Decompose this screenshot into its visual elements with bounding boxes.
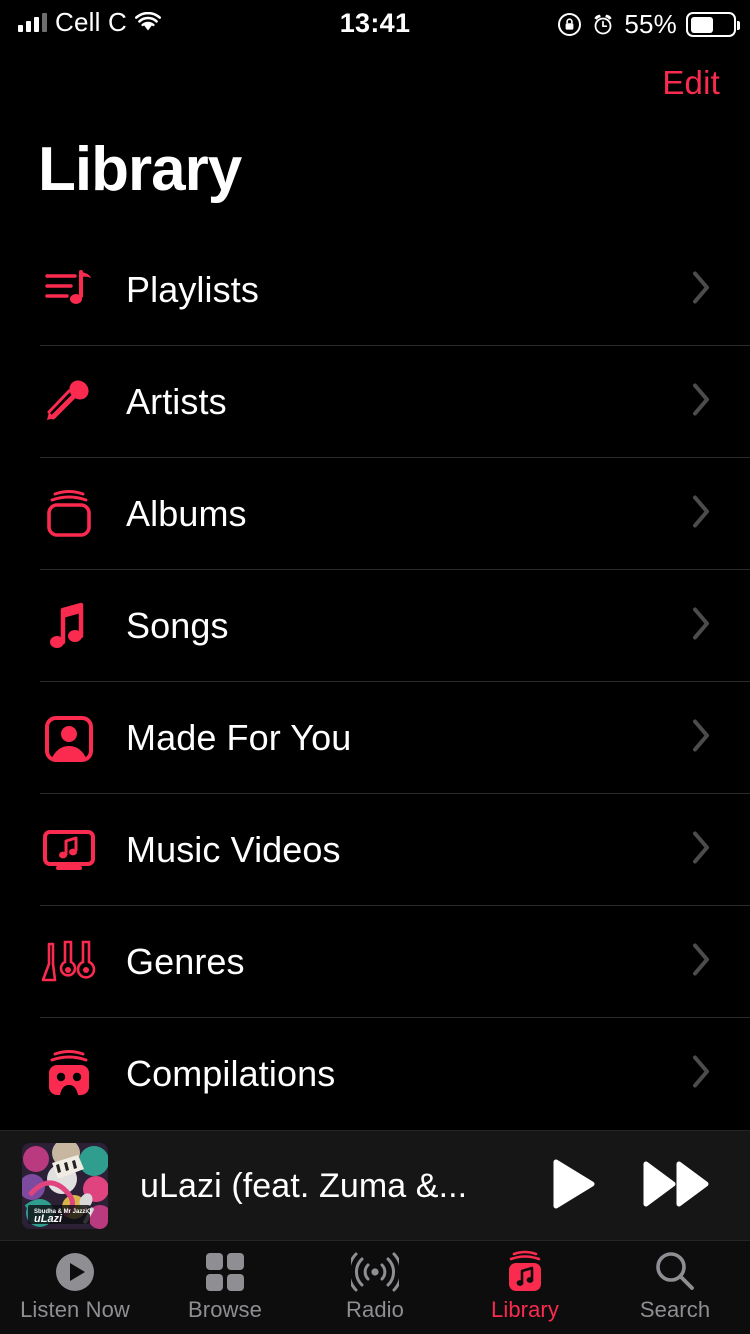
svg-text:uLazi: uLazi [34, 1213, 63, 1225]
play-circle-icon [53, 1249, 97, 1295]
library-row-label: Music Videos [126, 829, 341, 870]
status-bar-right: 55% [557, 9, 740, 40]
chevron-right-icon [692, 271, 712, 310]
library-row-music-videos[interactable]: Music Videos [0, 794, 750, 906]
chevron-right-icon [692, 495, 712, 534]
nav-bar: Edit [0, 60, 750, 120]
chevron-right-icon [692, 719, 712, 758]
tab-library[interactable]: Library [450, 1241, 600, 1323]
fast-forward-icon [642, 1159, 710, 1212]
tab-browse[interactable]: Browse [150, 1241, 300, 1323]
person-frame-icon [38, 710, 100, 766]
broadcast-icon [351, 1249, 399, 1295]
grid-squares-icon [204, 1249, 246, 1295]
music-video-icon [38, 822, 100, 878]
phone-screen: Cell C 13:41 55% Edit Library Playlists … [0, 0, 750, 1334]
search-icon [653, 1249, 697, 1295]
tab-listen-now[interactable]: Listen Now [0, 1241, 150, 1323]
compilations-icon [38, 1046, 100, 1102]
page-title: Library [38, 135, 242, 204]
library-row-label: Playlists [126, 269, 259, 310]
chevron-right-icon [692, 831, 712, 870]
play-icon [552, 1159, 596, 1212]
battery-icon [686, 12, 740, 37]
library-row-compilations[interactable]: Compilations [0, 1018, 750, 1130]
battery-percentage: 55% [624, 9, 677, 39]
library-row-label: Songs [126, 605, 229, 646]
play-button[interactable] [552, 1159, 596, 1212]
status-bar: Cell C 13:41 55% [0, 0, 750, 48]
library-row-genres[interactable]: Genres [0, 906, 750, 1018]
tab-label: Radio [346, 1297, 404, 1322]
library-row-playlists[interactable]: Playlists [0, 234, 750, 346]
library-row-label: Made For You [126, 717, 352, 758]
library-row-artists[interactable]: Artists [0, 346, 750, 458]
library-row-label: Albums [126, 493, 247, 534]
albums-icon [38, 486, 100, 542]
tab-bar: Listen Now Browse Radio Library Search [0, 1240, 750, 1334]
chevron-right-icon [692, 607, 712, 646]
library-icon [503, 1249, 547, 1295]
rotation-lock-icon [557, 12, 582, 37]
chevron-right-icon [692, 1055, 712, 1094]
library-row-label: Compilations [126, 1053, 336, 1094]
tab-label: Listen Now [20, 1297, 130, 1322]
chevron-right-icon [692, 943, 712, 982]
library-list: Playlists Artists Albums Songs Made For You M… [0, 234, 750, 1130]
library-row-songs[interactable]: Songs [0, 570, 750, 682]
library-row-label: Genres [126, 941, 245, 982]
tab-label: Library [491, 1297, 559, 1322]
microphone-icon [38, 374, 100, 430]
now-playing-title: uLazi (feat. Zuma &... [140, 1166, 468, 1205]
tab-label: Search [639, 1297, 711, 1322]
library-row-label: Artists [126, 381, 227, 422]
playlists-icon [38, 262, 100, 318]
album-artwork[interactable]: Sbudha & Mr JazziQ uLazi [22, 1142, 108, 1229]
guitars-icon [38, 934, 100, 990]
tab-label: Browse [188, 1297, 262, 1322]
library-row-made-for-you[interactable]: Made For You [0, 682, 750, 794]
music-note-icon [38, 598, 100, 654]
tab-radio[interactable]: Radio [300, 1241, 450, 1323]
alarm-clock-icon [591, 12, 615, 37]
now-playing-bar[interactable]: Sbudha & Mr JazziQ uLazi uLazi (feat. Zu… [0, 1130, 750, 1240]
fast-forward-button[interactable] [642, 1159, 710, 1212]
chevron-right-icon [692, 383, 712, 422]
tab-search[interactable]: Search [600, 1241, 750, 1323]
edit-button[interactable]: Edit [662, 60, 720, 106]
library-row-albums[interactable]: Albums [0, 458, 750, 570]
